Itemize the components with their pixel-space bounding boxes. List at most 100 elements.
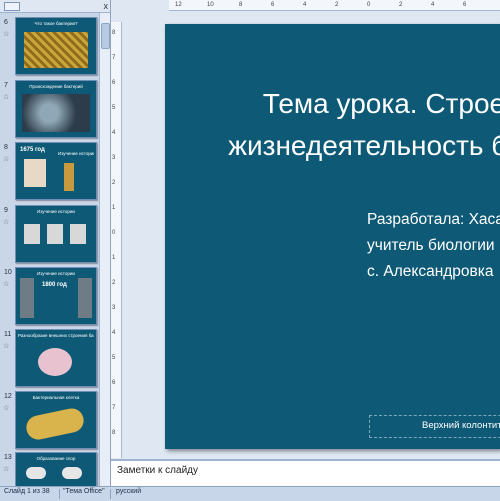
current-slide[interactable]: Тема урока. Строение и жизнедеятельность… bbox=[165, 24, 500, 449]
language-indicator[interactable]: русский bbox=[116, 488, 141, 495]
ruler-tick: 2 bbox=[112, 180, 116, 186]
slide-number: 8 bbox=[4, 144, 8, 151]
slide-number: 10 bbox=[4, 269, 12, 276]
bacteria-diagram bbox=[38, 348, 72, 376]
slide-preview-year: 1800 год bbox=[42, 282, 67, 288]
thumbnail-slide-6[interactable]: 6 ☆ Что такое бактерии? bbox=[0, 17, 100, 79]
microscope-image bbox=[64, 163, 74, 191]
status-bar: Слайд 1 из 38 "Тема Office" русский bbox=[0, 486, 500, 501]
scrollbar-thumb[interactable] bbox=[101, 23, 110, 49]
ruler-tick: 7 bbox=[112, 405, 116, 411]
bacteria-image bbox=[24, 32, 88, 68]
bacterial-cell-image bbox=[24, 406, 86, 442]
thumbnail-slide-11[interactable]: 11 ☆ Разнообразие внешних строения бакте… bbox=[0, 329, 100, 391]
ruler-tick: 4 bbox=[112, 330, 116, 336]
bacteria-image bbox=[22, 94, 90, 132]
header-placeholder[interactable]: Верхний колонтитул bbox=[369, 415, 500, 438]
portrait-image bbox=[24, 159, 46, 187]
transition-star-icon: ☆ bbox=[3, 94, 10, 101]
slide-number: 9 bbox=[4, 207, 8, 214]
portrait-image bbox=[24, 224, 40, 244]
slide-preview-title: Что такое бактерии? bbox=[34, 21, 78, 26]
slide-preview-title: Изучение истории bbox=[58, 151, 94, 156]
photo-image bbox=[78, 278, 92, 318]
notes-placeholder[interactable]: Заметки к слайду bbox=[117, 465, 198, 476]
ruler-tick: 5 bbox=[112, 355, 116, 361]
close-pane-icon[interactable]: x bbox=[104, 0, 109, 12]
ruler-tick: 0 bbox=[367, 2, 371, 8]
transition-star-icon: ☆ bbox=[3, 219, 10, 226]
slide-preview[interactable]: Что такое бактерии? bbox=[15, 17, 97, 75]
thumbnail-scrollbar[interactable] bbox=[99, 13, 110, 486]
slide-subtitle[interactable]: Разработала: Хасанова учитель биологии с… bbox=[367, 207, 500, 285]
slide-preview[interactable]: Бактериальная клетка bbox=[15, 391, 97, 449]
ruler-tick: 12 bbox=[175, 2, 182, 8]
slide-thumbnail-pane: x 6 ☆ Что такое бактерии? 7 ☆ Происхожде… bbox=[0, 0, 111, 486]
portrait-image bbox=[47, 224, 63, 244]
slide-preview-title: Изучение истории bbox=[37, 271, 75, 276]
slide-preview-title: Бактериальная клетка bbox=[32, 395, 80, 400]
spore-diagram bbox=[26, 467, 46, 479]
ruler-tick: 2 bbox=[112, 280, 116, 286]
ruler-tick: 6 bbox=[112, 380, 116, 386]
ruler-tick: 2 bbox=[399, 2, 403, 8]
ruler-tick: 6 bbox=[271, 2, 275, 8]
ruler-tick: 1 bbox=[112, 255, 116, 261]
thumbnail-slide-8[interactable]: 8 ☆ 1675 год Изучение истории bbox=[0, 142, 100, 204]
transition-star-icon: ☆ bbox=[3, 281, 10, 288]
thumbnail-slide-7[interactable]: 7 ☆ Происхождение бактерий bbox=[0, 80, 100, 142]
notes-pane[interactable]: Заметки к слайду bbox=[111, 459, 500, 488]
transition-star-icon: ☆ bbox=[3, 466, 10, 473]
slide-preview-title: Изучение истории bbox=[37, 209, 75, 214]
slide-preview[interactable]: 1675 год Изучение истории bbox=[15, 142, 97, 200]
thumbnail-slide-10[interactable]: 10 ☆ Изучение истории 1800 год bbox=[0, 267, 100, 329]
spore-diagram bbox=[62, 467, 82, 479]
theme-name: "Тема Office" bbox=[63, 488, 105, 495]
ruler-tick: 3 bbox=[112, 155, 116, 161]
slide-counter: Слайд 1 из 38 bbox=[4, 488, 50, 495]
ruler-tick: 6 bbox=[112, 80, 116, 86]
ruler-tick: 6 bbox=[463, 2, 467, 8]
pane-header: x bbox=[0, 0, 110, 13]
transition-star-icon: ☆ bbox=[3, 31, 10, 38]
ruler-tick: 4 bbox=[431, 2, 435, 8]
ruler-tick: 1 bbox=[112, 205, 116, 211]
thumbnail-slide-13[interactable]: 13 ☆ Образование спор bbox=[0, 452, 100, 486]
slide-preview-year: 1675 год bbox=[20, 147, 45, 153]
header-placeholder-label: Верхний колонтитул bbox=[422, 420, 500, 431]
ruler-tick: 2 bbox=[335, 2, 339, 8]
horizontal-ruler: 12 10 8 6 4 2 0 2 4 6 bbox=[169, 0, 500, 11]
slide-preview[interactable]: Разнообразие внешних строения бактериаль… bbox=[15, 329, 97, 387]
slide-preview-title: Происхождение бактерий bbox=[29, 84, 83, 89]
slide-number: 13 bbox=[4, 454, 12, 461]
slide-preview-title: Образование спор bbox=[36, 456, 76, 461]
slide-preview-title: Разнообразие внешних строения бактериаль… bbox=[18, 333, 94, 338]
ruler-tick: 8 bbox=[112, 430, 116, 436]
ruler-tick: 3 bbox=[112, 305, 116, 311]
slides-tab[interactable] bbox=[4, 2, 20, 11]
thumbnail-slide-12[interactable]: 12 ☆ Бактериальная клетка bbox=[0, 391, 100, 453]
ruler-tick: 0 bbox=[112, 230, 116, 236]
transition-star-icon: ☆ bbox=[3, 343, 10, 350]
ruler-tick: 8 bbox=[112, 30, 116, 36]
ruler-tick: 10 bbox=[207, 2, 214, 8]
slide-preview[interactable]: Происхождение бактерий bbox=[15, 80, 97, 138]
photo-image bbox=[20, 278, 34, 318]
ruler-tick: 4 bbox=[112, 130, 116, 136]
slide-number: 11 bbox=[4, 331, 12, 338]
ruler-tick: 7 bbox=[112, 55, 116, 61]
slide-preview[interactable]: Изучение истории bbox=[15, 205, 97, 263]
thumbnail-slide-9[interactable]: 9 ☆ Изучение истории bbox=[0, 205, 100, 267]
portrait-image bbox=[70, 224, 86, 244]
slide-number: 7 bbox=[4, 82, 8, 89]
slide-preview[interactable]: Образование спор bbox=[15, 452, 97, 486]
ruler-tick: 5 bbox=[112, 105, 116, 111]
status-separator bbox=[59, 489, 60, 499]
vertical-ruler: 8 7 6 5 4 3 2 1 0 1 2 3 4 5 6 7 8 bbox=[111, 22, 122, 458]
slide-editing-area: 12 10 8 6 4 2 0 2 4 6 8 7 6 5 4 3 2 1 0 … bbox=[111, 0, 500, 458]
transition-star-icon: ☆ bbox=[3, 405, 10, 412]
slide-title[interactable]: Тема урока. Строение и жизнедеятельность… bbox=[219, 83, 500, 167]
slide-preview[interactable]: Изучение истории 1800 год bbox=[15, 267, 97, 325]
slide-number: 6 bbox=[4, 19, 8, 26]
transition-star-icon: ☆ bbox=[3, 156, 10, 163]
